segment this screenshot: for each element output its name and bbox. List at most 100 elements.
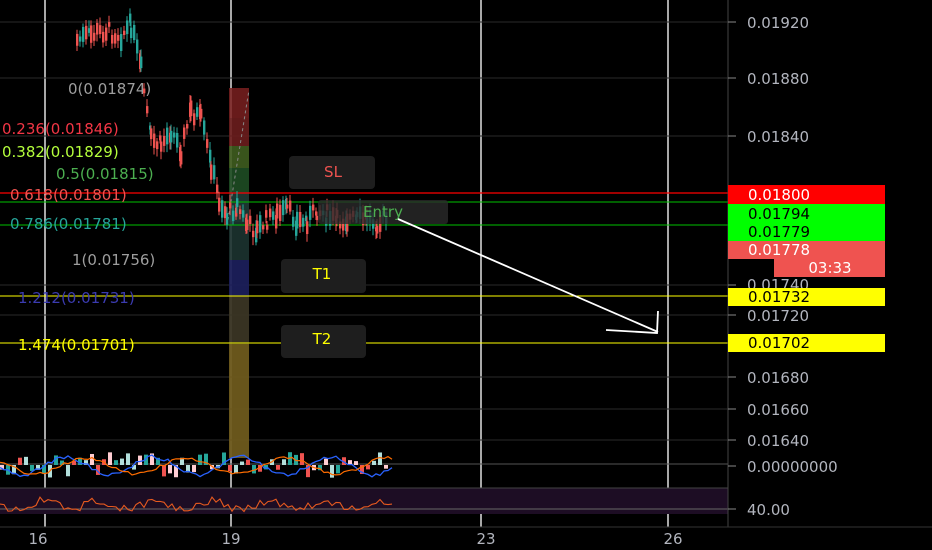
candle-body <box>200 108 203 119</box>
candle-body <box>90 25 93 43</box>
candle-body <box>136 39 139 54</box>
macd-bar <box>18 457 22 465</box>
candle-body <box>120 34 123 51</box>
macd-bar <box>162 465 166 477</box>
candle-body <box>196 107 199 117</box>
macd-bar <box>384 465 388 469</box>
candle-body <box>206 139 209 148</box>
fib-label-0786: 0.786(0.01781) <box>10 215 127 233</box>
arrow-head <box>605 310 659 334</box>
macd-bar <box>324 458 328 465</box>
time-label: 23 <box>476 530 495 548</box>
t2-price-text: 0.01702 <box>748 334 810 352</box>
candle-body <box>246 219 249 231</box>
entry-label: Entry <box>363 203 403 221</box>
candle-body <box>123 30 126 36</box>
macd-bar <box>378 452 382 465</box>
price-tick: 0.01640 <box>747 432 809 450</box>
fib-label-0382: 0.382(0.01829) <box>2 143 119 161</box>
candle-body <box>312 204 315 211</box>
macd-bar <box>90 453 94 465</box>
candle-body <box>173 132 176 138</box>
candle-body <box>76 33 79 46</box>
candle-body <box>163 135 166 146</box>
candle-body <box>239 209 242 215</box>
fib-label-05: 0.5(0.01815) <box>56 165 154 183</box>
price-tick: 0.01720 <box>747 307 809 325</box>
candle-body <box>108 22 111 27</box>
projection-arrow <box>397 218 659 334</box>
fib-label-1212: 1.212(0.01731) <box>18 289 135 307</box>
chart-canvas[interactable]: 0(0.01874) 0.236(0.01846) 0.382(0.01829)… <box>0 0 932 550</box>
candle-body <box>236 198 239 208</box>
candle-body <box>111 35 114 44</box>
candle-body <box>265 210 268 218</box>
macd-bar <box>264 465 268 470</box>
time-label: 16 <box>28 530 47 548</box>
candle-body <box>146 106 149 114</box>
countdown-text: 03:33 <box>808 259 851 277</box>
t2-label: T2 <box>312 330 332 348</box>
entry-upper-price-text: 0.01794 <box>748 205 810 223</box>
macd-bar <box>240 461 244 465</box>
price-tick: 0.01680 <box>747 369 809 387</box>
candle-body <box>82 26 85 42</box>
candle-body <box>282 200 285 216</box>
candle-body <box>153 133 156 148</box>
price-tick: 0.01660 <box>747 401 809 419</box>
candle-body <box>306 221 309 235</box>
macd-bar <box>228 465 232 472</box>
macd-bar <box>234 465 238 474</box>
macd-bar <box>354 461 358 465</box>
candle-body <box>133 24 136 41</box>
candle-body <box>272 211 275 220</box>
candle-body <box>180 151 183 165</box>
candle-body <box>296 211 299 229</box>
macd-bar <box>24 456 28 465</box>
macd-bar <box>168 465 172 474</box>
candle-body <box>79 36 82 42</box>
candle-body <box>117 34 120 41</box>
candle-body <box>221 200 224 218</box>
candle-body <box>279 204 282 221</box>
candle-body <box>286 204 289 209</box>
fib-label-0618: 0.618(0.01801) <box>10 186 127 204</box>
candle-body <box>102 31 105 43</box>
candle-body <box>176 133 179 148</box>
candle-body <box>213 165 216 180</box>
candle-body <box>140 56 143 69</box>
macd-bar <box>330 465 334 478</box>
candle-body <box>252 230 255 238</box>
macd-bar <box>138 455 142 465</box>
macd-bar <box>300 453 304 465</box>
macd-bar <box>366 465 370 470</box>
candle-body <box>126 20 129 35</box>
trade-labels: SL Entry T1 T2 <box>281 156 448 358</box>
time-label: 26 <box>663 530 682 548</box>
fib-label-1474: 1.474(0.01701) <box>18 336 135 354</box>
candle-body <box>183 127 186 139</box>
trading-chart[interactable]: 0(0.01874) 0.236(0.01846) 0.382(0.01829)… <box>0 0 932 550</box>
fib-vertical-band <box>227 88 250 458</box>
candle-body <box>249 215 252 225</box>
macd-bar <box>246 459 250 465</box>
price-axis[interactable]: 0.01920 0.01880 0.01840 0.01740 0.01720 … <box>727 0 885 527</box>
candle-body <box>129 13 132 23</box>
macd-bar <box>336 465 340 474</box>
macd-bar <box>372 460 376 465</box>
candle-body <box>156 141 159 150</box>
candle-body <box>114 33 117 44</box>
fib-label-0236: 0.236(0.01846) <box>2 120 119 138</box>
candle-body <box>262 225 265 230</box>
candle-body <box>242 210 245 218</box>
fib-label-1: 1(0.01756) <box>72 251 155 269</box>
candle-body <box>266 224 269 230</box>
time-axis[interactable]: 16 19 23 26 <box>0 526 932 548</box>
fib-labels: 0(0.01874) 0.236(0.01846) 0.382(0.01829)… <box>2 80 155 354</box>
candle-body <box>302 217 305 227</box>
candle-body <box>210 164 213 180</box>
time-label: 19 <box>221 530 240 548</box>
macd-bar <box>66 465 70 477</box>
candle-body <box>232 210 235 221</box>
candle-body <box>99 25 102 35</box>
